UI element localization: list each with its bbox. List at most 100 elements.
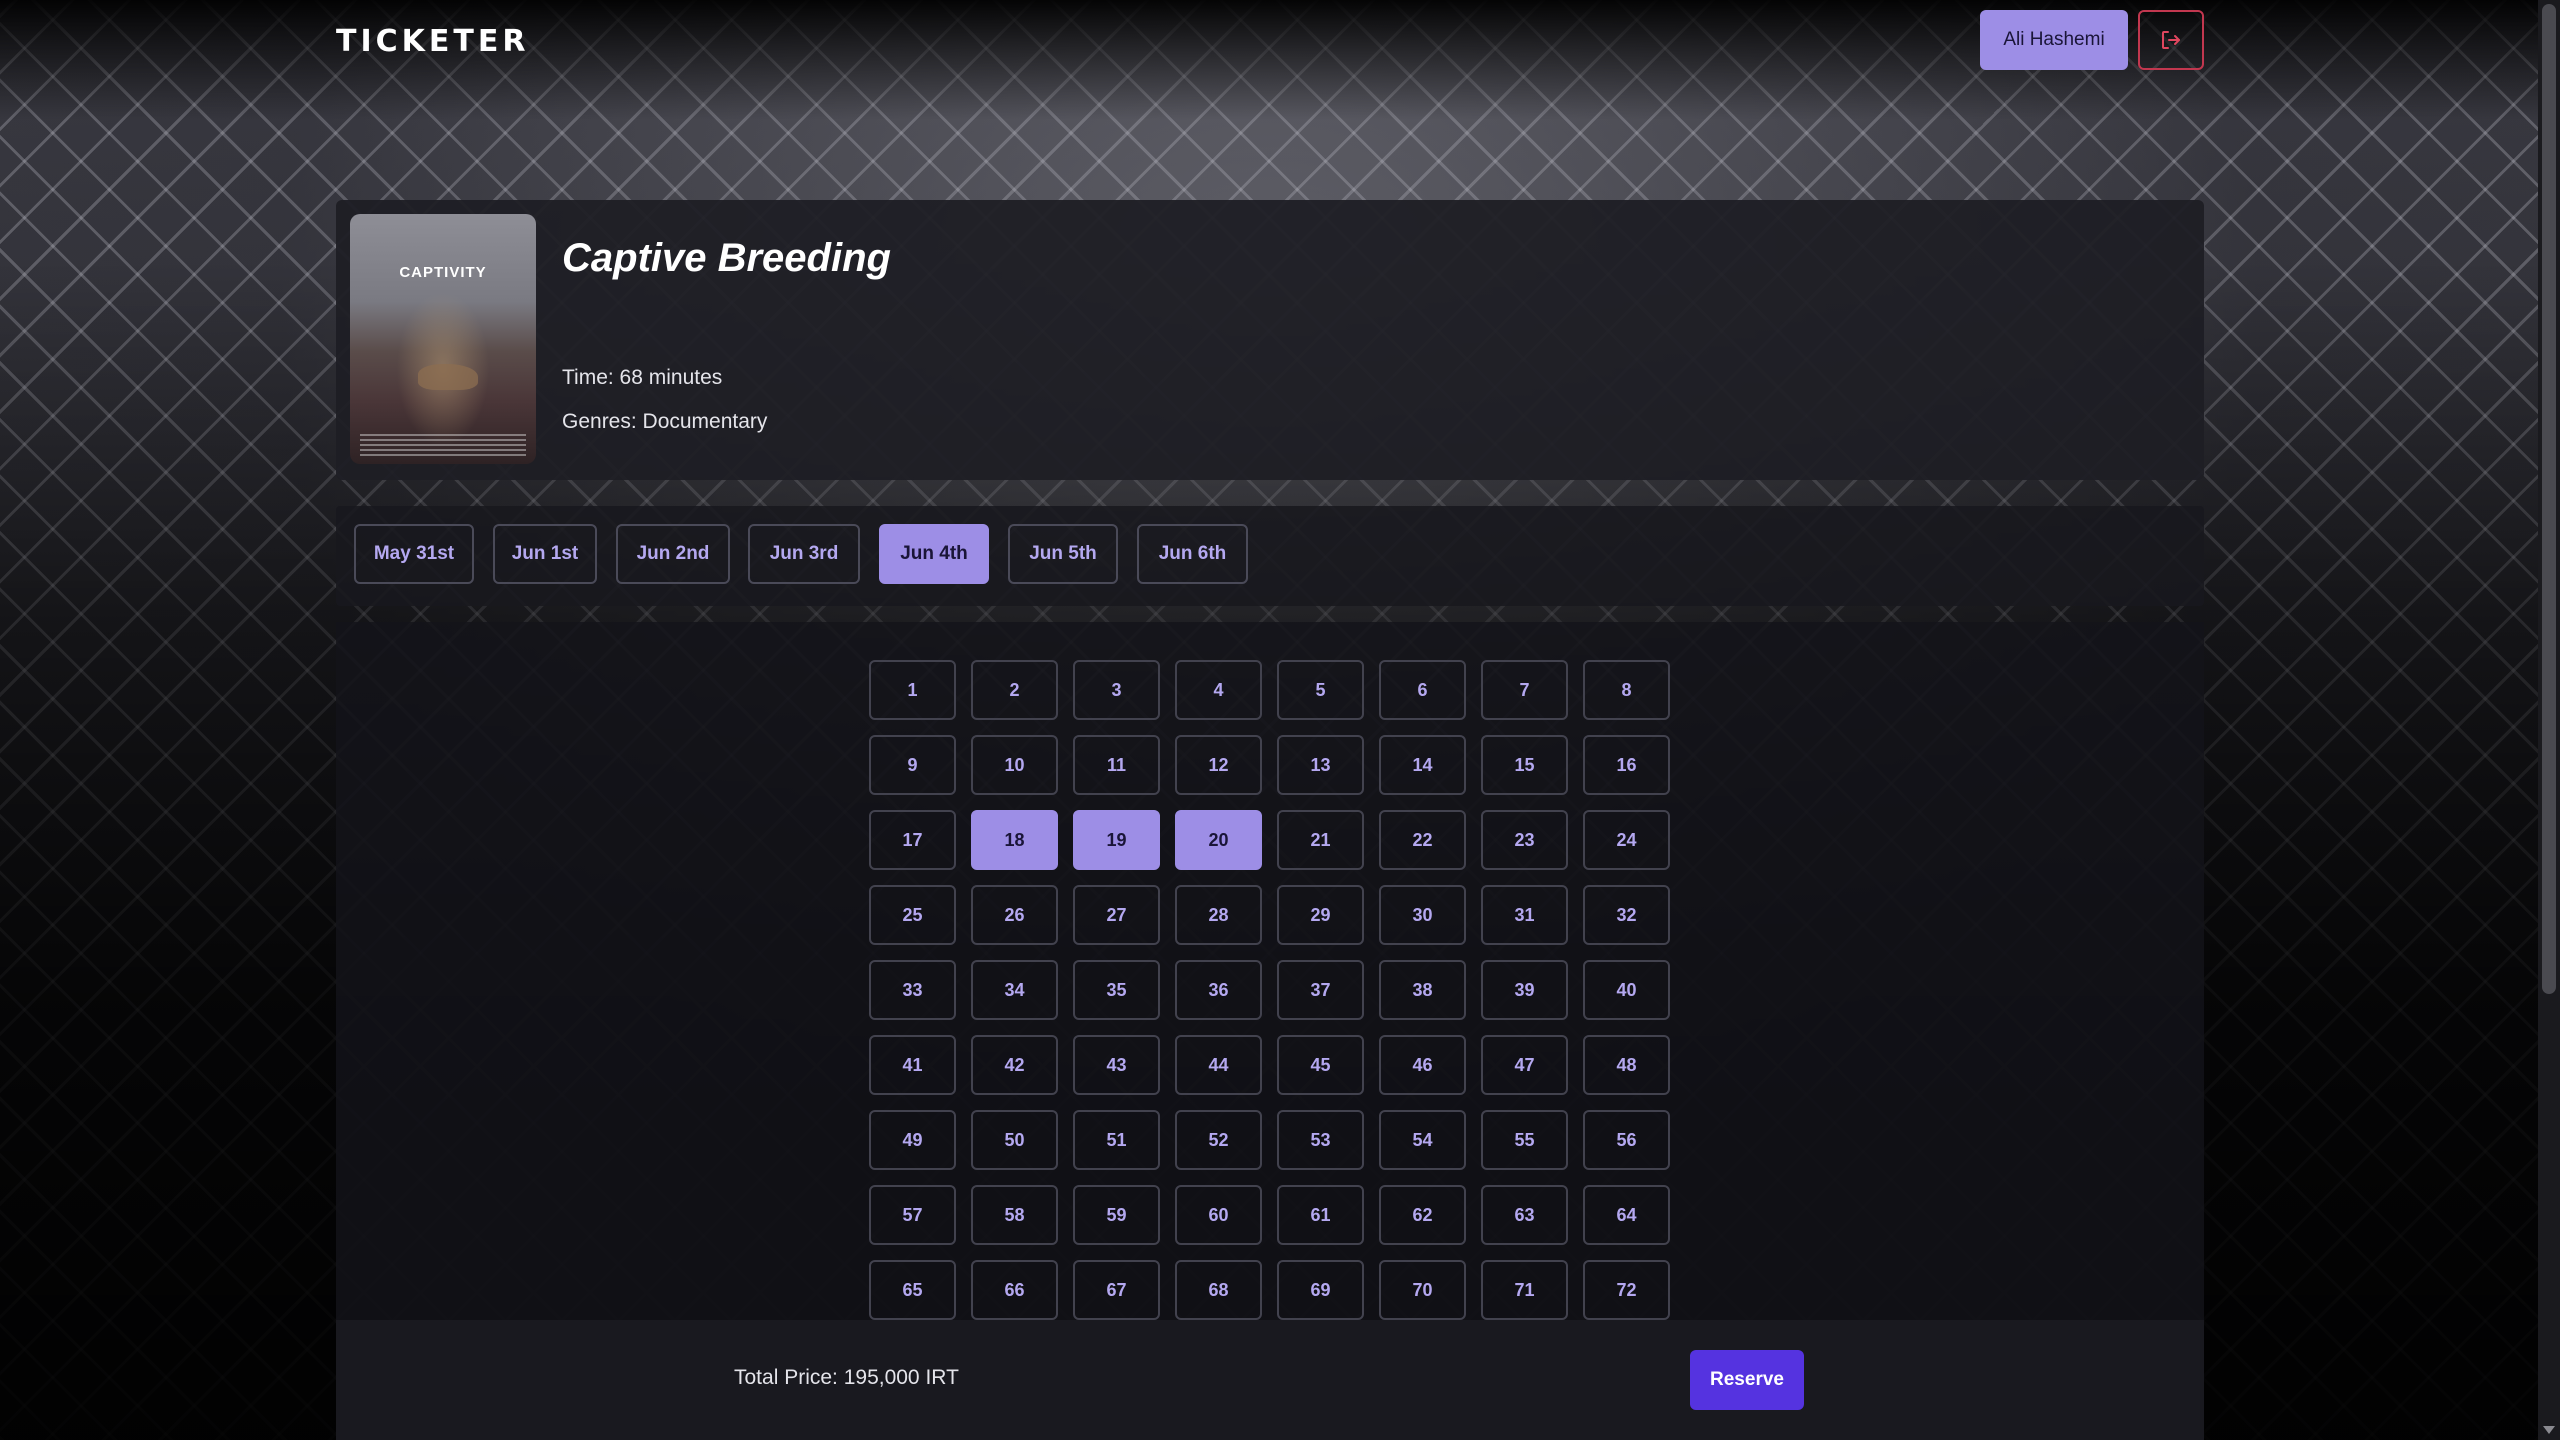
seat-36[interactable]: 36 xyxy=(1175,960,1262,1020)
seat-11[interactable]: 11 xyxy=(1073,735,1160,795)
seat-23[interactable]: 23 xyxy=(1481,810,1568,870)
seat-17[interactable]: 17 xyxy=(869,810,956,870)
movie-poster: CAPTIVITY xyxy=(350,214,536,464)
seat-62[interactable]: 62 xyxy=(1379,1185,1466,1245)
scrollbar-thumb[interactable] xyxy=(2542,4,2556,994)
seat-39[interactable]: 39 xyxy=(1481,960,1568,1020)
movie-info-card: CAPTIVITY Captive Breeding Time: 68 minu… xyxy=(336,200,2204,480)
seat-16[interactable]: 16 xyxy=(1583,735,1670,795)
seat-57[interactable]: 57 xyxy=(869,1185,956,1245)
seat-64[interactable]: 64 xyxy=(1583,1185,1670,1245)
page-scrollbar[interactable] xyxy=(2538,0,2560,1440)
seat-6[interactable]: 6 xyxy=(1379,660,1466,720)
seat-32[interactable]: 32 xyxy=(1583,885,1670,945)
seat-41[interactable]: 41 xyxy=(869,1035,956,1095)
seat-4[interactable]: 4 xyxy=(1175,660,1262,720)
seat-38[interactable]: 38 xyxy=(1379,960,1466,1020)
date-tab-jun-2nd[interactable]: Jun 2nd xyxy=(616,524,730,584)
seat-26[interactable]: 26 xyxy=(971,885,1058,945)
seat-grid: 1 2 3 4 5 6 7 8 9 10 11 12 13 14 15 16 17 18 19 20 21 22 23 24 2… xyxy=(869,660,1670,1320)
seat-5[interactable]: 5 xyxy=(1277,660,1364,720)
seat-21[interactable]: 21 xyxy=(1277,810,1364,870)
seat-45[interactable]: 45 xyxy=(1277,1035,1364,1095)
seat-51[interactable]: 51 xyxy=(1073,1110,1160,1170)
logout-button[interactable] xyxy=(2138,10,2204,70)
seat-72[interactable]: 72 xyxy=(1583,1260,1670,1320)
seat-40[interactable]: 40 xyxy=(1583,960,1670,1020)
seat-10[interactable]: 10 xyxy=(971,735,1058,795)
date-tab-jun-1st[interactable]: Jun 1st xyxy=(493,524,597,584)
seat-69[interactable]: 69 xyxy=(1277,1260,1364,1320)
seat-24[interactable]: 24 xyxy=(1583,810,1670,870)
seat-49[interactable]: 49 xyxy=(869,1110,956,1170)
seat-29[interactable]: 29 xyxy=(1277,885,1364,945)
date-selector: May 31st Jun 1st Jun 2nd Jun 3rd Jun 4th… xyxy=(336,506,2204,606)
date-tab-jun-5th[interactable]: Jun 5th xyxy=(1008,524,1118,584)
seat-13[interactable]: 13 xyxy=(1277,735,1364,795)
seat-34[interactable]: 34 xyxy=(971,960,1058,1020)
seat-44[interactable]: 44 xyxy=(1175,1035,1262,1095)
seat-15[interactable]: 15 xyxy=(1481,735,1568,795)
seat-35[interactable]: 35 xyxy=(1073,960,1160,1020)
seat-65[interactable]: 65 xyxy=(869,1260,956,1320)
seat-60[interactable]: 60 xyxy=(1175,1185,1262,1245)
seat-28[interactable]: 28 xyxy=(1175,885,1262,945)
seat-61[interactable]: 61 xyxy=(1277,1185,1364,1245)
seat-66[interactable]: 66 xyxy=(971,1260,1058,1320)
seat-47[interactable]: 47 xyxy=(1481,1035,1568,1095)
poster-credits xyxy=(360,434,526,458)
seat-22[interactable]: 22 xyxy=(1379,810,1466,870)
seat-37[interactable]: 37 xyxy=(1277,960,1364,1020)
date-tab-jun-3rd[interactable]: Jun 3rd xyxy=(748,524,860,584)
seat-14[interactable]: 14 xyxy=(1379,735,1466,795)
seat-67[interactable]: 67 xyxy=(1073,1260,1160,1320)
movie-duration: Time: 68 minutes xyxy=(562,366,723,389)
seat-25[interactable]: 25 xyxy=(869,885,956,945)
seat-1[interactable]: 1 xyxy=(869,660,956,720)
seat-55[interactable]: 55 xyxy=(1481,1110,1568,1170)
seat-63[interactable]: 63 xyxy=(1481,1185,1568,1245)
seat-56[interactable]: 56 xyxy=(1583,1110,1670,1170)
date-tab-jun-6th[interactable]: Jun 6th xyxy=(1137,524,1248,584)
seat-31[interactable]: 31 xyxy=(1481,885,1568,945)
seat-map: 1 2 3 4 5 6 7 8 9 10 11 12 13 14 15 16 17 18 19 20 21 22 23 24 2… xyxy=(336,622,2204,1320)
movie-genres: Genres: Documentary xyxy=(562,410,768,433)
seat-19[interactable]: 19 xyxy=(1073,810,1160,870)
seat-20[interactable]: 20 xyxy=(1175,810,1262,870)
date-tab-jun-4th[interactable]: Jun 4th xyxy=(879,524,989,584)
seat-18[interactable]: 18 xyxy=(971,810,1058,870)
seat-30[interactable]: 30 xyxy=(1379,885,1466,945)
movie-title: Captive Breeding xyxy=(562,236,891,280)
seat-48[interactable]: 48 xyxy=(1583,1035,1670,1095)
seat-7[interactable]: 7 xyxy=(1481,660,1568,720)
poster-cheetah xyxy=(418,364,478,390)
reservation-footer: Total Price: 195,000 IRT Reserve xyxy=(336,1320,2204,1440)
scroll-down-arrow-icon[interactable] xyxy=(2543,1426,2555,1434)
seat-70[interactable]: 70 xyxy=(1379,1260,1466,1320)
reserve-button[interactable]: Reserve xyxy=(1690,1350,1804,1410)
seat-50[interactable]: 50 xyxy=(971,1110,1058,1170)
seat-42[interactable]: 42 xyxy=(971,1035,1058,1095)
logout-icon xyxy=(2162,31,2180,49)
seat-52[interactable]: 52 xyxy=(1175,1110,1262,1170)
user-profile-button[interactable]: Ali Hashemi xyxy=(1980,10,2128,70)
seat-46[interactable]: 46 xyxy=(1379,1035,1466,1095)
seat-27[interactable]: 27 xyxy=(1073,885,1160,945)
seat-54[interactable]: 54 xyxy=(1379,1110,1466,1170)
seat-71[interactable]: 71 xyxy=(1481,1260,1568,1320)
seat-3[interactable]: 3 xyxy=(1073,660,1160,720)
seat-9[interactable]: 9 xyxy=(869,735,956,795)
total-price: Total Price: 195,000 IRT xyxy=(734,1366,959,1389)
seat-53[interactable]: 53 xyxy=(1277,1110,1364,1170)
seat-12[interactable]: 12 xyxy=(1175,735,1262,795)
poster-title: CAPTIVITY xyxy=(399,264,487,281)
seat-68[interactable]: 68 xyxy=(1175,1260,1262,1320)
ticketer-logo[interactable]: TICKETER xyxy=(336,24,529,59)
date-tab-may-31st[interactable]: May 31st xyxy=(354,524,474,584)
seat-58[interactable]: 58 xyxy=(971,1185,1058,1245)
seat-2[interactable]: 2 xyxy=(971,660,1058,720)
seat-59[interactable]: 59 xyxy=(1073,1185,1160,1245)
seat-43[interactable]: 43 xyxy=(1073,1035,1160,1095)
seat-33[interactable]: 33 xyxy=(869,960,956,1020)
seat-8[interactable]: 8 xyxy=(1583,660,1670,720)
